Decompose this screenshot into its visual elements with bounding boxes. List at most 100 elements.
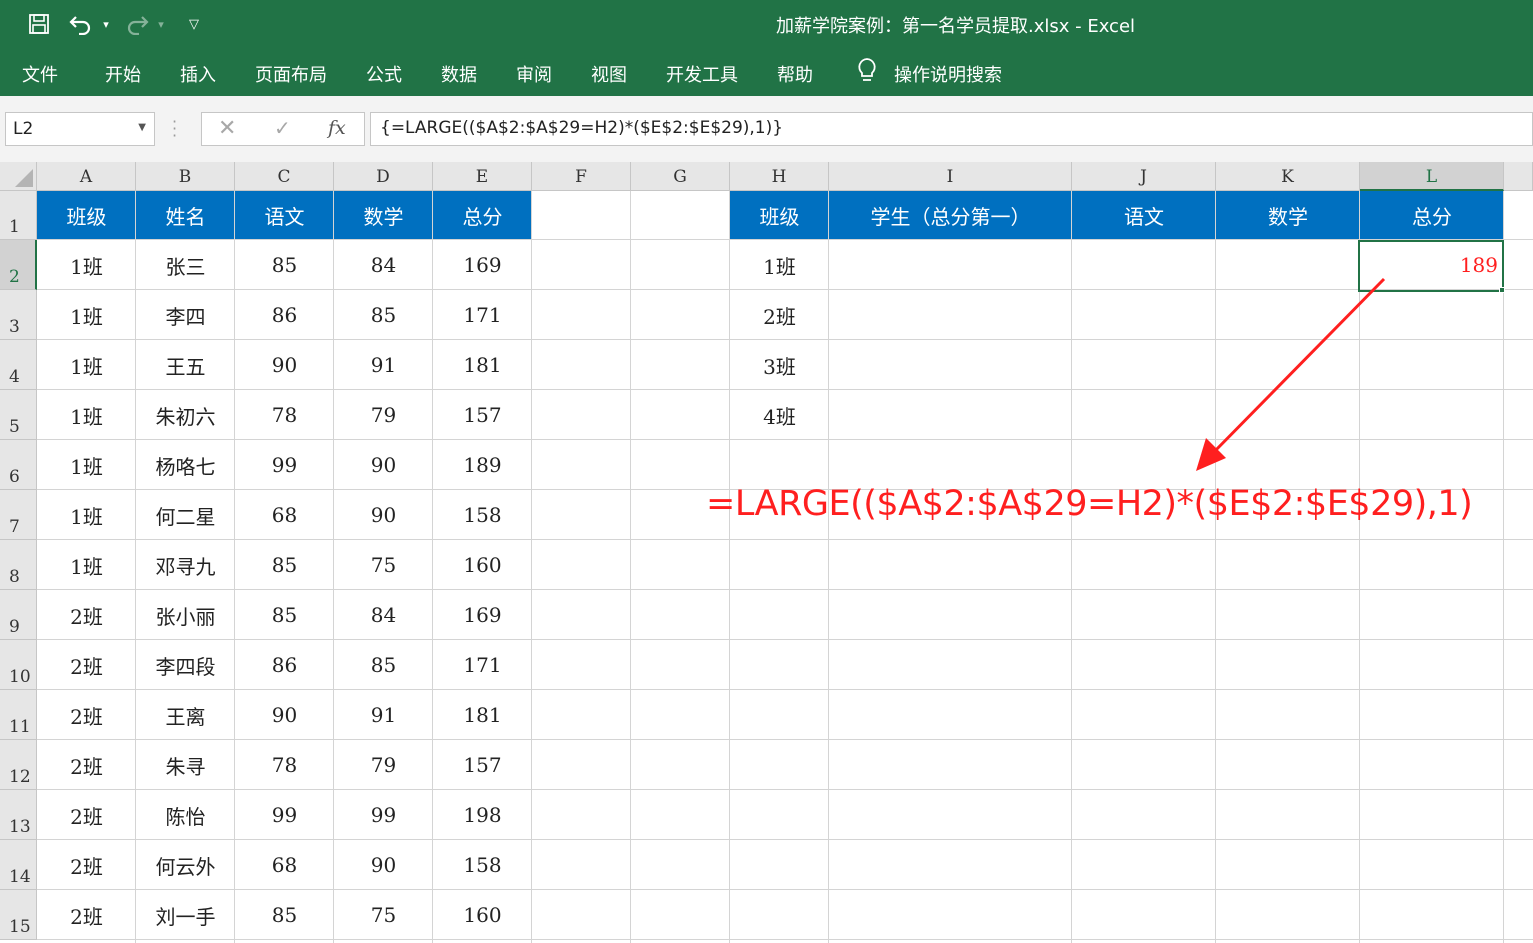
table-cell: 90 <box>271 353 298 377</box>
table-cell: 王离 <box>165 704 206 729</box>
tab-home[interactable]: 开始 <box>105 61 141 87</box>
save-icon[interactable] <box>24 0 54 48</box>
column-header-c[interactable]: C <box>235 162 334 191</box>
tell-me-search[interactable]: 操作说明搜索 <box>894 61 1002 87</box>
row-header-4[interactable]: 4 <box>0 340 37 390</box>
column-header-f[interactable]: F <box>532 162 631 191</box>
row-number: 10 <box>9 667 31 687</box>
column-header-b[interactable]: B <box>136 162 235 191</box>
table-cell: 90 <box>271 703 298 727</box>
table-cell: 99 <box>370 803 397 827</box>
row-header-13[interactable]: 13 <box>0 790 37 840</box>
row-number: 13 <box>9 817 31 837</box>
undo-dropdown-icon[interactable]: ▾ <box>98 0 114 48</box>
tab-help[interactable]: 帮助 <box>777 61 813 87</box>
table-cell: 79 <box>370 753 397 777</box>
undo-icon[interactable] <box>66 0 96 48</box>
row-header-15[interactable]: 15 <box>0 890 37 940</box>
redo-icon[interactable] <box>122 0 152 48</box>
table-cell: 91 <box>370 703 397 727</box>
tab-insert[interactable]: 插入 <box>180 61 216 87</box>
gridline-vertical <box>630 191 631 943</box>
table-cell: 2班 <box>70 804 103 829</box>
row-header-6[interactable]: 6 <box>0 440 37 490</box>
table-cell: 75 <box>370 553 397 577</box>
row-number: 4 <box>9 367 20 387</box>
table-cell: 何二星 <box>155 504 216 529</box>
row-header-10[interactable]: 10 <box>0 640 37 690</box>
row-header-1[interactable]: 1 <box>0 191 37 240</box>
tab-data[interactable]: 数据 <box>441 61 477 87</box>
column-header-j[interactable]: J <box>1072 162 1216 191</box>
table-cell: 85 <box>271 603 298 627</box>
enter-check-icon[interactable]: ✓ <box>274 116 291 140</box>
table-cell: 王五 <box>165 354 206 379</box>
formula-input[interactable]: {=LARGE(($A$2:$A$29=H2)*($E$2:$E$29),1)} <box>370 112 1533 146</box>
row-header-9[interactable]: 9 <box>0 590 37 640</box>
cancel-icon[interactable]: ✕ <box>218 116 236 141</box>
select-all-button[interactable] <box>0 162 37 191</box>
table-cell: 171 <box>463 303 502 327</box>
table-cell: 160 <box>463 903 502 927</box>
table-cell: 85 <box>271 253 298 277</box>
column-header-d[interactable]: D <box>334 162 433 191</box>
row-number: 15 <box>9 917 31 937</box>
row-number: 9 <box>9 617 20 637</box>
column-header-i[interactable]: I <box>829 162 1072 191</box>
column-header-l[interactable]: L <box>1360 162 1504 191</box>
left-table-header-cell: 语文 <box>264 205 305 229</box>
name-box[interactable]: L2 ▼ <box>5 112 155 146</box>
tab-review[interactable]: 审阅 <box>516 61 552 87</box>
row-header-8[interactable]: 8 <box>0 540 37 590</box>
right-table-header-cell: 语文 <box>1124 205 1164 229</box>
table-cell: 99 <box>271 453 298 477</box>
column-header-k[interactable]: K <box>1216 162 1360 191</box>
table-cell: 90 <box>370 453 397 477</box>
table-cell: 79 <box>370 403 397 427</box>
table-cell: 86 <box>271 303 298 327</box>
table-cell: 刘一手 <box>155 904 216 929</box>
title-bar: ▾ ▾ ▽ 加薪学院案例：第一名学员提取.xlsx - Excel <box>0 0 1533 48</box>
column-header-a[interactable]: A <box>37 162 136 191</box>
formula-bar-area: L2 ▼ · · · ✕ ✓ fx {=LARGE(($A$2:$A$29=H2)*… <box>0 96 1533 162</box>
insert-function-icon[interactable]: fx <box>328 117 346 139</box>
column-header-e[interactable]: E <box>433 162 532 191</box>
formula-annotation: =LARGE(($A$2:$A$29=H2)*($E$2:$E$29),1) <box>706 484 1473 524</box>
gridline-vertical <box>1071 191 1072 943</box>
table-cell: 198 <box>463 803 502 827</box>
column-header-g[interactable]: G <box>631 162 730 191</box>
row-header-11[interactable]: 11 <box>0 690 37 740</box>
row-header-7[interactable]: 7 <box>0 490 37 540</box>
gridline-vertical <box>1503 191 1504 943</box>
right-table-header-cell: 数学 <box>1268 205 1308 229</box>
name-box-dropdown-icon[interactable]: ▼ <box>138 122 146 133</box>
row-header-12[interactable]: 12 <box>0 740 37 790</box>
row-header-3[interactable]: 3 <box>0 290 37 340</box>
table-cell: 何云外 <box>155 854 216 879</box>
gridline-vertical <box>1359 191 1360 943</box>
table-cell: 78 <box>271 753 298 777</box>
customize-toolbar-icon[interactable]: ▽ <box>184 0 204 48</box>
row-header-14[interactable]: 14 <box>0 840 37 890</box>
tab-page-layout[interactable]: 页面布局 <box>255 61 327 87</box>
cell-grid[interactable]: 班级 姓名 语文 数学 总分 1班 张三 85 84 169 1班 李四 86 85 171 1班 王五 90 91… <box>37 191 1533 943</box>
row-header-2[interactable]: 2 <box>0 240 37 290</box>
tab-file[interactable]: 文件 <box>22 61 58 87</box>
table-cell: 1班 <box>70 254 103 279</box>
table-cell: 171 <box>463 653 502 677</box>
column-header-h[interactable]: H <box>730 162 829 191</box>
redo-dropdown-icon[interactable]: ▾ <box>154 0 168 48</box>
fill-handle[interactable] <box>1499 287 1505 293</box>
tab-view[interactable]: 视图 <box>591 61 627 87</box>
row-number: 7 <box>9 517 20 537</box>
table-cell: 157 <box>463 403 502 427</box>
table-cell: 朱寻 <box>165 754 206 779</box>
tab-developer[interactable]: 开发工具 <box>666 61 738 87</box>
lightbulb-icon[interactable] <box>856 57 878 90</box>
grip-icon[interactable]: · · · <box>172 114 177 144</box>
tab-formulas[interactable]: 公式 <box>366 61 402 87</box>
row-header-5[interactable]: 5 <box>0 390 37 440</box>
formula-buttons: ✕ ✓ fx <box>201 112 365 146</box>
table-cell: 张三 <box>165 254 206 279</box>
table-cell: 1班 <box>70 404 103 429</box>
